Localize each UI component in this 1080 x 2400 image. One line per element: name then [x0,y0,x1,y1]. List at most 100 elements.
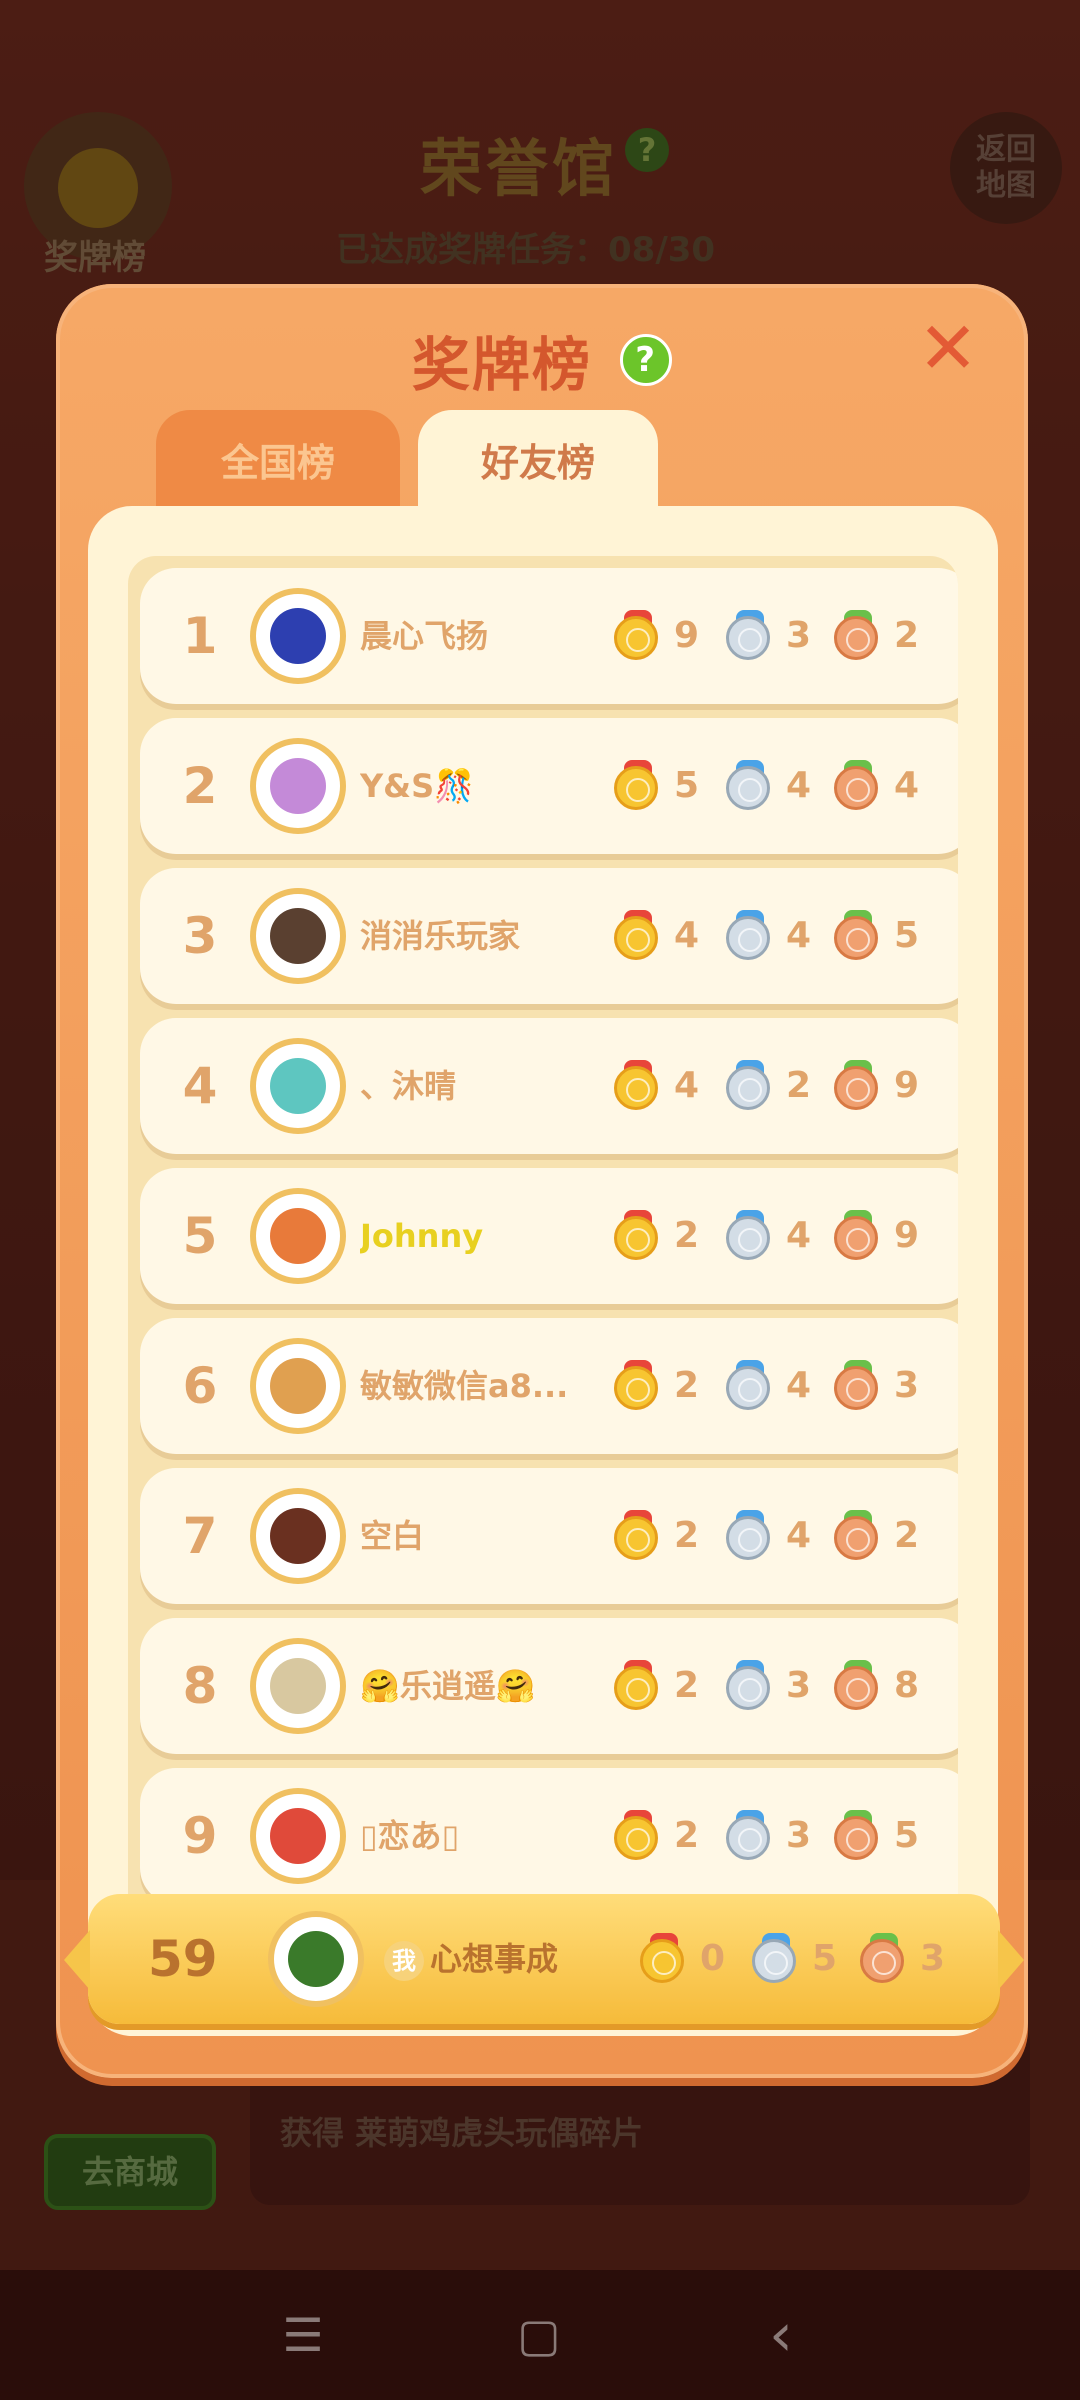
my-name: 我心想事成 [384,1894,558,2024]
avatar-image [270,1808,326,1864]
avatar[interactable] [250,888,346,984]
avatar-image [270,1658,326,1714]
bronze-medal-icon [832,1360,884,1412]
rank-number: 3 [182,907,218,965]
silver-medal-icon [724,1810,776,1862]
leaderboard-list[interactable]: 1 晨心飞扬 9 3 2 2 Y&S🎊 5 4 4 3 消消乐玩家 4 4 5 4 、沐晴 4 2 9 5 Johnny 2… [128,556,958,1936]
avatar[interactable] [250,1188,346,1284]
gold-count: 9 [674,615,700,656]
close-icon[interactable]: ✕ [916,312,980,384]
bronze-count: 8 [894,1665,920,1706]
gold-count: 4 [674,1065,700,1106]
silver-medal-icon [724,610,776,662]
gold-count: 2 [674,1815,700,1856]
avatar-image [270,1208,326,1264]
gold-count: 4 [674,915,700,956]
bronze-count: 9 [894,1065,920,1106]
gold-medal-icon [612,1660,664,1712]
bronze-count: 5 [894,1815,920,1856]
leaderboard-row[interactable]: 1 晨心飞扬 9 3 2 [140,568,958,704]
avatar[interactable] [268,1911,364,2007]
gold-count: 2 [674,1365,700,1406]
rank-number: 7 [182,1507,218,1565]
gold-count: 2 [674,1515,700,1556]
player-name: 敏敏微信a8... [360,1367,569,1405]
bronze-medal-icon [832,610,884,662]
help-icon[interactable]: ? [620,334,673,386]
silver-medal-icon [724,910,776,962]
avatar[interactable] [250,1788,346,1884]
silver-count: 2 [786,1065,812,1106]
bronze-medal-icon [858,1933,910,1985]
bronze-count: 2 [894,615,920,656]
leaderboard-row[interactable]: 8 🤗乐逍遥🤗 2 3 8 [140,1618,958,1754]
silver-count: 4 [786,1215,812,1256]
tab-friends[interactable]: 好友榜 [418,410,658,516]
silver-medal-icon [724,760,776,812]
avatar[interactable] [250,738,346,834]
avatar[interactable] [250,588,346,684]
system-nav-bar: ☰ ▢ ‹ [0,2270,1080,2400]
leaderboard-panel: 1 晨心飞扬 9 3 2 2 Y&S🎊 5 4 4 3 消消乐玩家 4 4 5 4 、沐晴 4 2 9 5 Johnny 2… [88,506,998,2036]
silver-count: 4 [786,765,812,806]
gold-medal-icon [612,1360,664,1412]
rank-number: 2 [182,757,218,815]
home-icon[interactable]: ▢ [504,2300,574,2370]
menu-icon[interactable]: ☰ [268,2300,338,2370]
rank-number: 6 [182,1357,218,1415]
bronze-count: 9 [894,1215,920,1256]
bronze-medal-icon [832,1660,884,1712]
gold-medal-icon [612,760,664,812]
tab-national[interactable]: 全国榜 [156,410,400,516]
avatar-image [270,908,326,964]
gold-medal-icon [612,910,664,962]
avatar-image [270,1508,326,1564]
my-name-text: 心想事成 [430,1940,559,1978]
ribbon-left-tail [64,1930,90,1990]
me-badge: 我 [384,1941,424,1981]
leaderboard-row[interactable]: 4 、沐晴 4 2 9 [140,1018,958,1154]
rank-number: 8 [182,1657,218,1715]
my-gold-count: 0 [700,1938,726,1979]
player-name: 、沐晴 [360,1067,457,1105]
gold-medal-icon [612,1060,664,1112]
my-silver-count: 5 [812,1938,838,1979]
bronze-medal-icon [832,1060,884,1112]
silver-medal-icon [724,1210,776,1262]
leaderboard-row[interactable]: 7 空白 2 4 2 [140,1468,958,1604]
my-rank-row: 59 我心想事成 0 5 3 [64,1894,1024,2024]
silver-count: 3 [786,615,812,656]
bronze-medal-icon [832,760,884,812]
avatar-image [270,758,326,814]
leaderboard-row[interactable]: 9 ▯恋あ▯ 2 3 5 [140,1768,958,1904]
ribbon-right-tail [998,1930,1024,1990]
my-rank: 59 [148,1930,218,1988]
player-name: Y&S🎊 [360,767,474,805]
player-name: 消消乐玩家 [360,917,521,955]
bronze-medal-icon [832,1810,884,1862]
leaderboard-row[interactable]: 5 Johnny 2 4 9 [140,1168,958,1304]
silver-medal-icon [724,1360,776,1412]
leaderboard-row[interactable]: 3 消消乐玩家 4 4 5 [140,868,958,1004]
player-name: 晨心飞扬 [360,617,489,655]
medal-leaderboard-dialog: 奖牌榜 ? ✕ 全国榜 好友榜 1 晨心飞扬 9 3 2 2 Y&S🎊 5 4 4 3 消消乐玩家 4 4… [56,284,1028,2078]
gold-count: 2 [674,1215,700,1256]
avatar-image [270,608,326,664]
silver-medal-icon [724,1510,776,1562]
gold-medal-icon [612,1210,664,1262]
bronze-count: 2 [894,1515,920,1556]
bronze-medal-icon [832,910,884,962]
dialog-title: 奖牌榜 ? [56,318,1028,402]
avatar-image [270,1058,326,1114]
avatar-image [270,1358,326,1414]
dialog-title-text: 奖牌榜 [411,331,592,399]
leaderboard-row[interactable]: 6 敏敏微信a8... 2 4 3 [140,1318,958,1454]
silver-count: 3 [786,1665,812,1706]
avatar[interactable] [250,1488,346,1584]
avatar[interactable] [250,1338,346,1434]
avatar[interactable] [250,1638,346,1734]
avatar[interactable] [250,1038,346,1134]
back-icon[interactable]: ‹ [746,2300,816,2370]
leaderboard-row[interactable]: 2 Y&S🎊 5 4 4 [140,718,958,854]
rank-number: 9 [182,1807,218,1865]
